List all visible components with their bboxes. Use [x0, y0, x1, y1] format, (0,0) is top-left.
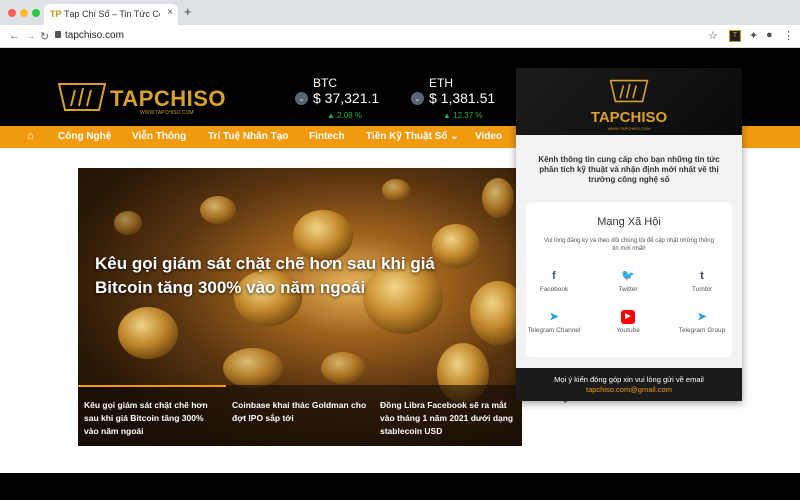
social-telegram-group[interactable]: ➤ Telegram Group — [672, 310, 732, 334]
telegram-icon: ➤ — [549, 311, 559, 323]
tab-title: Tạp Chí Số – Tin Tức Công Ngh — [64, 9, 160, 19]
nav-item-video[interactable]: Video — [475, 131, 502, 142]
popup-logo-mark-icon — [609, 79, 649, 103]
nav-item-tri-tue-nhan-tao[interactable]: Trí Tuệ Nhân Tạo — [208, 131, 288, 142]
nav-item-tien-ky-thuat-so[interactable]: Tiền Kỹ Thuật Số ⌄ — [366, 131, 459, 142]
popup-footer-text: Mọi ý kiến đóng góp xin vui lòng gửi về … — [554, 375, 704, 384]
profile-avatar-icon[interactable]: ● — [766, 29, 773, 41]
home-icon[interactable]: ⌂ — [27, 130, 34, 142]
social-label: Youtube — [616, 327, 640, 334]
popup-body: Kênh thông tin cung cấp cho bạn những ti… — [516, 135, 742, 368]
popup-header: TAPCHISO WWW.TAPCHISO.COM — [516, 68, 742, 135]
minimize-window-button[interactable] — [20, 9, 28, 17]
social-facebook[interactable]: f Facebook — [524, 269, 584, 293]
social-label: Twitter — [618, 286, 638, 293]
popup-logo-text: TAPCHISO — [590, 109, 668, 126]
hero-title[interactable]: Kêu gọi giám sát chặt chẽ hơn sau khi gi… — [95, 252, 495, 300]
social-label: Telegram Channel — [527, 327, 581, 334]
active-teaser-indicator — [78, 385, 226, 387]
tapchiso-extension-icon[interactable]: T — [729, 30, 741, 42]
dropdown-circle-icon[interactable]: ⌄ — [295, 92, 308, 105]
reload-button[interactable]: ↻ — [40, 30, 49, 43]
ticker-price: $ 37,321.1 — [313, 90, 380, 106]
ticker-change: ▲ 2.08 % — [327, 111, 363, 120]
close-window-button[interactable] — [8, 9, 16, 17]
social-twitter[interactable]: 🐦 Twitter — [598, 269, 658, 293]
teaser-item[interactable]: Coinbase khai thác Goldman cho đợt IPO s… — [232, 399, 368, 425]
twitter-icon: 🐦 — [621, 270, 635, 282]
ticker-change: ▲ 12.37 % — [443, 111, 483, 120]
popup-footer: Mọi ý kiến đóng góp xin vui lòng gửi về … — [516, 368, 742, 401]
social-card-title: Mạng Xã Hội — [597, 216, 661, 228]
social-label: Telegram Group — [678, 327, 726, 334]
address-bar: ← → ↻ tapchiso.com ☆ T ✦ ● ⋮ — [0, 25, 800, 48]
hero-teasers: Kêu gọi giám sát chặt chẽ hơn sau khi gi… — [78, 385, 522, 446]
browser-tab-active[interactable]: TP Tạp Chí Số – Tin Tức Công Ngh × — [44, 4, 178, 25]
telegram-icon: ➤ — [697, 311, 707, 323]
social-card-subtitle: Vui lòng đăng ký và theo dõi chúng tôi đ… — [544, 238, 714, 252]
site-favicon-icon: TP — [50, 9, 62, 19]
nav-item-vien-thong[interactable]: Viễn Thông — [132, 131, 186, 142]
site-logo-text[interactable]: TAPCHISO — [110, 86, 226, 112]
hero-article[interactable]: Kêu gọi giám sát chặt chẽ hơn sau khi gi… — [78, 168, 522, 446]
dropdown-circle-icon[interactable]: ⌄ — [411, 92, 424, 105]
social-card: Mạng Xã Hội Vui lòng đăng ký và theo dõi… — [526, 202, 732, 357]
site-logo-subtitle: WWW.TAPCHISO.COM — [140, 110, 194, 116]
logo-mark-icon[interactable] — [57, 80, 107, 114]
maximize-window-button[interactable] — [32, 9, 40, 17]
ticker-price: $ 1,381.51 — [429, 90, 496, 106]
browser-tab-strip: TP Tạp Chí Số – Tin Tức Công Ngh × + — [0, 0, 800, 25]
extensions-puzzle-icon[interactable]: ✦ — [749, 29, 758, 42]
facebook-icon: f — [552, 270, 556, 282]
social-youtube[interactable]: ▶ Youtube — [598, 310, 658, 334]
nav-item-fintech[interactable]: Fintech — [309, 131, 345, 142]
teaser-item[interactable]: Kêu gọi giám sát chặt chẽ hơn sau khi gi… — [84, 399, 220, 438]
nav-item-cong-nghe[interactable]: Công Nghệ — [58, 131, 111, 142]
tab-close-icon[interactable]: × — [167, 7, 173, 18]
ticker-name: BTC — [313, 76, 337, 90]
popup-footer-email[interactable]: tapchiso.com@gmail.com — [516, 385, 742, 394]
social-tumblr[interactable]: t Tumblr — [672, 269, 732, 293]
ticker-name: ETH — [429, 76, 453, 90]
extension-popup: TAPCHISO WWW.TAPCHISO.COM Kênh thông tin… — [516, 68, 742, 401]
url-field[interactable]: tapchiso.com — [65, 30, 124, 41]
forward-button[interactable]: → — [25, 30, 36, 42]
social-label: Facebook — [539, 286, 569, 293]
browser-menu-icon[interactable]: ⋮ — [783, 29, 794, 42]
lock-icon — [55, 31, 61, 38]
back-button[interactable]: ← — [9, 30, 20, 42]
tumblr-icon: t — [700, 270, 704, 282]
social-telegram-channel[interactable]: ➤ Telegram Channel — [524, 310, 584, 334]
social-label: Tumblr — [692, 286, 712, 293]
popup-logo-subtitle: WWW.TAPCHISO.COM — [607, 126, 651, 131]
new-tab-button[interactable]: + — [184, 4, 192, 19]
teaser-item[interactable]: Đồng Libra Facebook sẽ ra mắt vào tháng … — [380, 399, 516, 438]
popup-description: Kênh thông tin cung cấp cho bạn những ti… — [538, 155, 720, 184]
youtube-icon: ▶ — [621, 310, 635, 324]
bookmark-star-icon[interactable]: ☆ — [708, 29, 718, 42]
